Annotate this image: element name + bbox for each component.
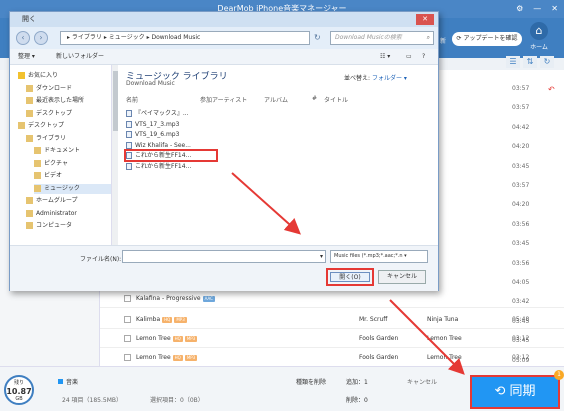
arrow-to-open-button (231, 172, 301, 235)
annotation-arrows (231, 172, 465, 375)
arrow-to-sync-button (389, 299, 465, 375)
